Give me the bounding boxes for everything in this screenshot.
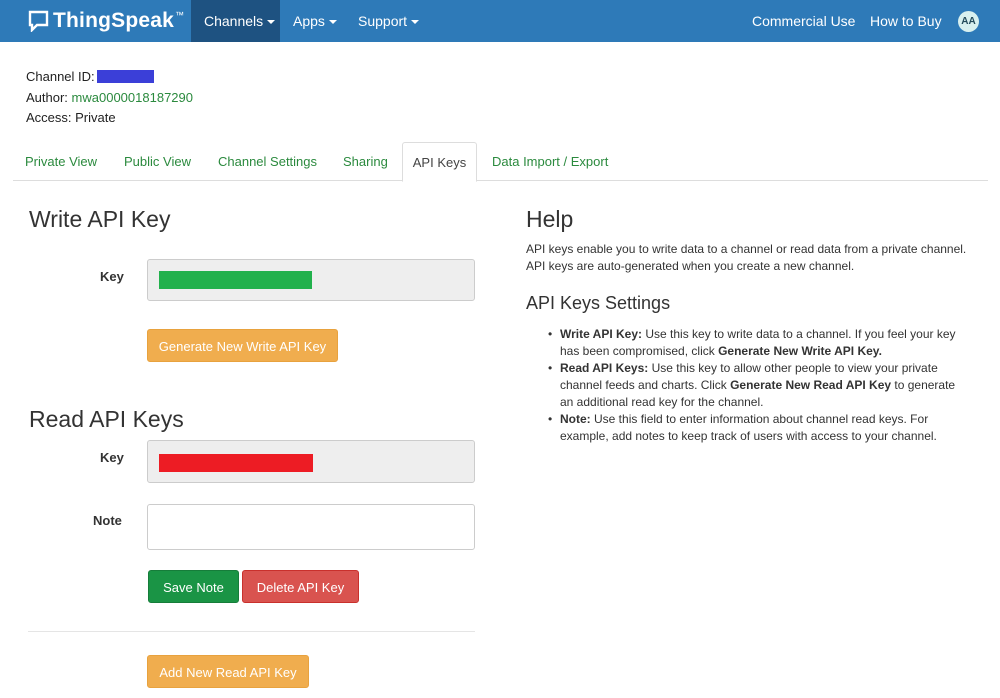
user-avatar[interactable]: AA: [958, 11, 979, 32]
nav-support-label: Support: [358, 13, 408, 29]
channel-id-line: Channel ID:: [26, 69, 154, 84]
nav-channels-label: Channels: [204, 13, 264, 29]
delete-api-key-button[interactable]: Delete API Key: [242, 570, 359, 603]
read-key-label: Key: [100, 450, 124, 465]
caret-down-icon: [267, 20, 276, 25]
help-term: Read API Keys:: [560, 361, 649, 375]
list-item: Write API Key: Use this key to write dat…: [544, 326, 964, 360]
api-keys-settings-heading: API Keys Settings: [526, 293, 671, 313]
author-label: Author:: [26, 90, 68, 105]
channel-id-label: Channel ID:: [26, 69, 95, 84]
nav-channels-menu[interactable]: Channels: [191, 0, 280, 42]
read-key-redacted: [159, 454, 313, 472]
nav-commercial-use-link[interactable]: Commercial Use: [752, 0, 855, 42]
brand-name: ThingSpeak: [53, 9, 175, 32]
section-divider: [28, 631, 475, 632]
channel-tabs: Private View Public View Channel Setting…: [13, 142, 988, 182]
help-term: Note:: [560, 412, 591, 426]
tab-sharing[interactable]: Sharing: [343, 142, 388, 181]
help-bold-text: Generate New Write API Key.: [718, 344, 882, 358]
write-api-key-field[interactable]: [147, 259, 475, 301]
read-api-key-field[interactable]: [147, 440, 475, 483]
access-label: Access:: [26, 110, 72, 125]
author-line: Author: mwa0000018187290: [26, 90, 193, 105]
add-read-key-button[interactable]: Add New Read API Key: [147, 655, 309, 688]
caret-down-icon: [411, 20, 420, 25]
tab-channel-settings[interactable]: Channel Settings: [218, 142, 317, 181]
save-note-button[interactable]: Save Note: [148, 570, 239, 603]
help-text: Use this field to enter information abou…: [560, 412, 937, 443]
tab-data-import-export[interactable]: Data Import / Export: [492, 142, 608, 181]
nav-how-to-buy-link[interactable]: How to Buy: [870, 0, 942, 42]
note-textarea[interactable]: [147, 504, 475, 550]
write-api-key-heading: Write API Key: [29, 206, 171, 232]
caret-down-icon: [328, 20, 337, 25]
help-bold-text: Generate New Read API Key: [730, 378, 892, 392]
write-key-label: Key: [100, 269, 124, 284]
access-line: Access: Private: [26, 110, 116, 125]
channel-id-redacted: [96, 70, 154, 83]
thingspeak-logo[interactable]: ThingSpeak ™: [28, 8, 184, 34]
nav-support-menu[interactable]: Support: [358, 0, 420, 42]
nav-apps-menu[interactable]: Apps: [293, 0, 337, 42]
nav-apps-label: Apps: [293, 13, 325, 29]
tab-private-view[interactable]: Private View: [25, 142, 97, 181]
top-navbar: ThingSpeak ™ Channels Apps Support Comme…: [0, 0, 1000, 42]
help-settings-list: Write API Key: Use this key to write dat…: [544, 326, 964, 445]
author-link[interactable]: mwa0000018187290: [72, 90, 193, 105]
help-term: Write API Key:: [560, 327, 643, 341]
help-heading: Help: [526, 206, 574, 232]
list-item: Read API Keys: Use this key to allow oth…: [544, 360, 964, 411]
tab-public-view[interactable]: Public View: [124, 142, 191, 181]
access-value: Private: [75, 110, 116, 125]
read-api-keys-heading: Read API Keys: [29, 406, 184, 432]
speech-bubble-icon: [28, 10, 49, 32]
trademark-mark: ™: [175, 10, 185, 20]
tab-api-keys[interactable]: API Keys: [402, 142, 477, 182]
generate-write-key-button[interactable]: Generate New Write API Key: [147, 329, 338, 362]
note-label: Note: [93, 513, 122, 528]
write-key-redacted: [159, 271, 312, 289]
help-intro-text: API keys enable you to write data to a c…: [526, 242, 967, 273]
list-item: Note: Use this field to enter informatio…: [544, 411, 964, 445]
